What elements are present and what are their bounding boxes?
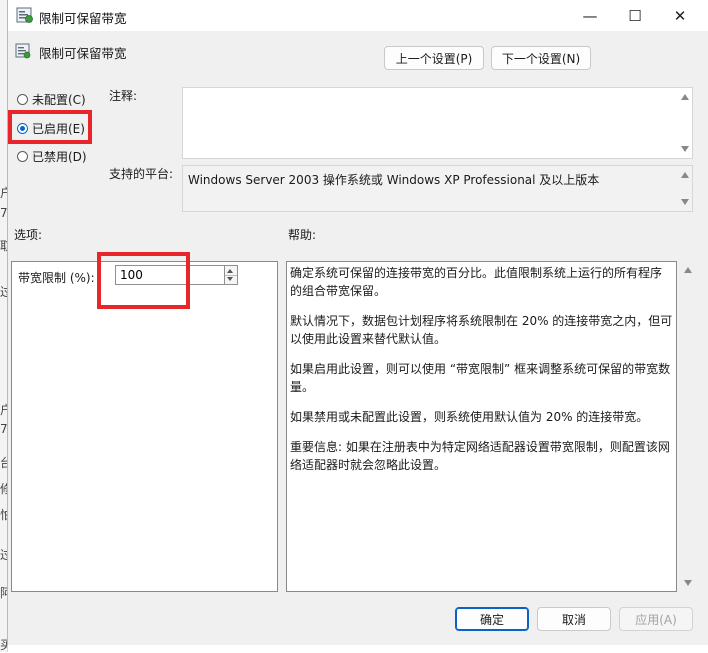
minimize-button[interactable]: — [567,0,613,31]
policy-setting-icon [16,7,33,23]
maximize-button[interactable]: ☐ [612,0,658,31]
close-button[interactable]: ✕ [657,0,703,31]
background-text: 7 [0,422,7,436]
help-paragraph: 重要信息: 如果在注册表中为特定网络适配器设置带宽限制，则配置该网络适配器时就会… [290,440,670,472]
setting-name: 限制可保留带宽 [39,46,127,61]
radio-circle[interactable] [17,94,28,105]
spin-down-icon[interactable] [227,277,233,281]
background-text: 户 [0,403,7,417]
highlight-box-enabled [8,110,92,144]
title-bar[interactable]: 限制可保留带宽 — ☐ ✕ [8,0,708,31]
bandwidth-limit-label: 带宽限制 (%): [18,271,95,285]
help-paragraph: 确定系统可保留的连接带宽的百分比。此值限制系统上运行的所有程序的组合带宽保留。 [290,266,663,298]
background-text: 过 [0,548,7,562]
policy-dialog: 限制可保留带宽 — ☐ ✕ 限制可保留带宽 上一个设置(P) 下一个设置(N) … [7,0,708,645]
options-section-label: 选项: [14,228,43,242]
ok-button[interactable]: 确定 [455,607,529,631]
background-text: 怕 [0,508,7,522]
options-panel: 带宽限制 (%): [11,261,278,592]
bandwidth-limit-stepper[interactable] [225,265,238,285]
help-section-label: 帮助: [288,228,317,242]
background-text: 买司 [0,638,7,652]
background-text: 台 [0,456,7,470]
radio-not-configured[interactable]: 未配置(C) [17,91,86,108]
radio-label: 未配置(C) [32,93,86,107]
spin-divider [225,275,237,276]
previous-setting-button[interactable]: 上一个设置(P) [384,46,484,70]
comment-scrollbar[interactable] [678,88,692,158]
scroll-up-icon[interactable] [681,94,689,100]
apply-button[interactable]: 应用(A) [619,607,693,631]
spin-up-icon[interactable] [227,269,233,273]
platform-field: Windows Server 2003 操作系统或 Windows XP Pro… [182,165,693,212]
platform-text: Windows Server 2003 操作系统或 Windows XP Pro… [188,173,600,187]
background-text: 7 [0,206,7,220]
platform-scrollbar[interactable] [678,166,692,211]
comment-label: 注释: [109,89,138,103]
window-title: 限制可保留带宽 [39,11,127,26]
background-text: 修 [0,482,7,496]
help-paragraph: 如果禁用或未配置此设置，则系统使用默认值为 20% 的连接带宽。 [290,410,649,424]
scroll-down-icon[interactable] [684,580,692,586]
policy-setting-icon [15,43,31,59]
radio-label: 已禁用(D) [32,150,87,164]
radio-circle[interactable] [17,151,28,162]
comment-textarea[interactable] [182,87,693,159]
platform-label: 支持的平台: [109,167,174,181]
highlight-box-input [97,252,190,309]
help-paragraph: 默认情况下，数据包计划程序将系统限制在 20% 的连接带宽之内，但可以使用此设置… [290,314,673,346]
scroll-up-icon[interactable] [684,267,692,273]
next-setting-button[interactable]: 下一个设置(N) [491,46,591,70]
cancel-button[interactable]: 取消 [537,607,611,631]
background-text: 取 [0,239,7,253]
help-scrollbar[interactable] [681,261,695,592]
help-panel: 确定系统可保留的连接带宽的百分比。此值限制系统上运行的所有程序的组合带宽保留。 … [286,261,677,592]
scroll-down-icon[interactable] [681,146,689,152]
radio-disabled[interactable]: 已禁用(D) [17,148,87,165]
background-text: 阿 [0,586,7,600]
scroll-up-icon[interactable] [681,172,689,178]
background-text: 户 [0,186,7,200]
scroll-down-icon[interactable] [681,199,689,205]
help-paragraph: 如果启用此设置，则可以使用 “带宽限制” 框来调整系统可保留的带宽数量。 [290,362,671,394]
background-text: 过 [0,285,7,299]
